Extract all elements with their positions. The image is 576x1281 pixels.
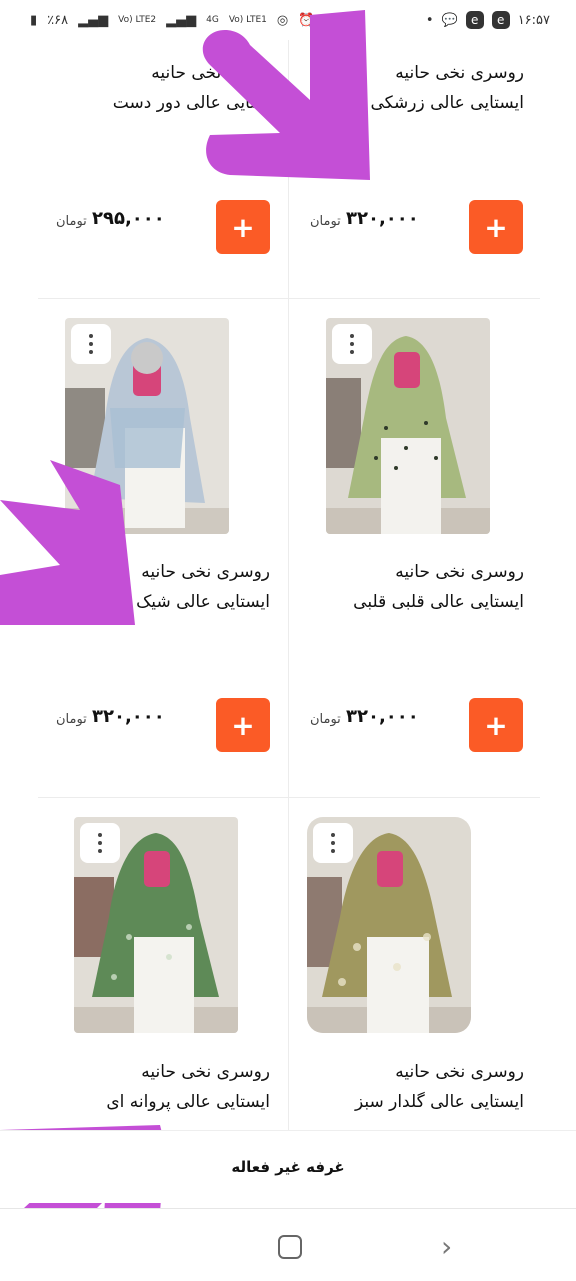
network-label-1: Vo) LTE2 bbox=[118, 14, 157, 25]
home-button-icon[interactable] bbox=[278, 1235, 302, 1259]
product-title-line2: ایستایی عالی شیک bbox=[136, 592, 270, 612]
product-image[interactable] bbox=[65, 318, 229, 534]
product-title-line2: ایستایی عالی زرشکی bbox=[370, 93, 524, 113]
store-inactive-banner: غرفه غیر فعاله bbox=[0, 1130, 576, 1203]
product-title-line2: ایستایی عالی پروانه ای bbox=[106, 1092, 270, 1112]
battery-icon: ▮ bbox=[30, 12, 38, 28]
signal-icon-2: ▂▄▆ bbox=[166, 12, 197, 28]
alarm-icon: ⏰ bbox=[298, 12, 315, 28]
battery-level: ٪۶۸ bbox=[47, 12, 69, 28]
currency-label: تومان bbox=[56, 712, 87, 727]
currency-label: تومان bbox=[56, 214, 87, 229]
product-price: ۳۲۰,۰۰۰ bbox=[346, 706, 419, 727]
currency-label: تومان bbox=[310, 214, 341, 229]
add-to-cart-button[interactable]: + bbox=[216, 698, 270, 752]
hotspot-icon: ◎ bbox=[276, 12, 289, 28]
banner-text: غرفه غیر فعاله bbox=[231, 1158, 345, 1176]
app-e-icon: e bbox=[465, 11, 484, 29]
status-right: • 💬 e e ۱۶:۵۷ bbox=[426, 11, 550, 29]
product-title-line1: روسری نخی حانیه bbox=[395, 562, 524, 582]
more-options-button[interactable] bbox=[71, 324, 111, 364]
product-image[interactable] bbox=[74, 817, 238, 1033]
network-label-2: 4G bbox=[206, 14, 219, 25]
product-title-line1: روسری نخی حانیه bbox=[395, 1062, 524, 1082]
clock: ۱۶:۵۷ bbox=[517, 12, 550, 28]
product-title-line1: روسری نخی حانیه bbox=[151, 63, 280, 83]
signal-icon: ▂▄▆ bbox=[78, 12, 109, 28]
more-options-button[interactable] bbox=[332, 324, 372, 364]
system-navigation-bar: › bbox=[0, 1208, 576, 1281]
status-bar: ▮ ٪۶۸ ▂▄▆ Vo) LTE2 ▂▄▆ 4G Vo) LTE1 ◎ ⏰ •… bbox=[0, 0, 576, 40]
row-divider bbox=[38, 298, 540, 299]
product-title-line1: روسری نخی حانیه bbox=[141, 562, 270, 582]
product-title-line2: ایستایی عالی قلبی قلبی bbox=[353, 592, 524, 612]
more-options-button[interactable] bbox=[313, 823, 353, 863]
product-title-line1: روسری نخی حانیه bbox=[395, 63, 524, 83]
product-title-line1: روسری نخی حانیه bbox=[141, 1062, 270, 1082]
row-divider bbox=[38, 797, 540, 798]
network-label-3: Vo) LTE1 bbox=[228, 14, 267, 25]
dot-icon: • bbox=[425, 12, 434, 28]
more-options-button[interactable] bbox=[80, 823, 120, 863]
product-title-line2: ایستایی عالی دور دست bbox=[112, 93, 280, 113]
status-left: ▮ ٪۶۸ ▂▄▆ Vo) LTE2 ▂▄▆ 4G Vo) LTE1 ◎ ⏰ bbox=[30, 13, 314, 28]
add-to-cart-button[interactable]: + bbox=[469, 698, 523, 752]
add-to-cart-button[interactable]: + bbox=[469, 200, 523, 254]
product-price: ۳۲۰,۰۰۰ bbox=[346, 208, 419, 229]
product-image[interactable] bbox=[326, 318, 490, 534]
product-title-line2: ایستایی عالی گلدار سبز bbox=[354, 1092, 524, 1112]
back-chevron-icon[interactable]: › bbox=[441, 1230, 452, 1263]
product-price: ۳۲۰,۰۰۰ bbox=[92, 706, 165, 727]
add-to-cart-button[interactable]: + bbox=[216, 200, 270, 254]
product-price: ۲۹۵,۰۰۰ bbox=[92, 208, 165, 229]
message-icon: 💬 bbox=[441, 12, 458, 28]
product-image[interactable] bbox=[307, 817, 471, 1033]
currency-label: تومان bbox=[310, 712, 341, 727]
app-e-icon-2: e bbox=[491, 11, 510, 29]
